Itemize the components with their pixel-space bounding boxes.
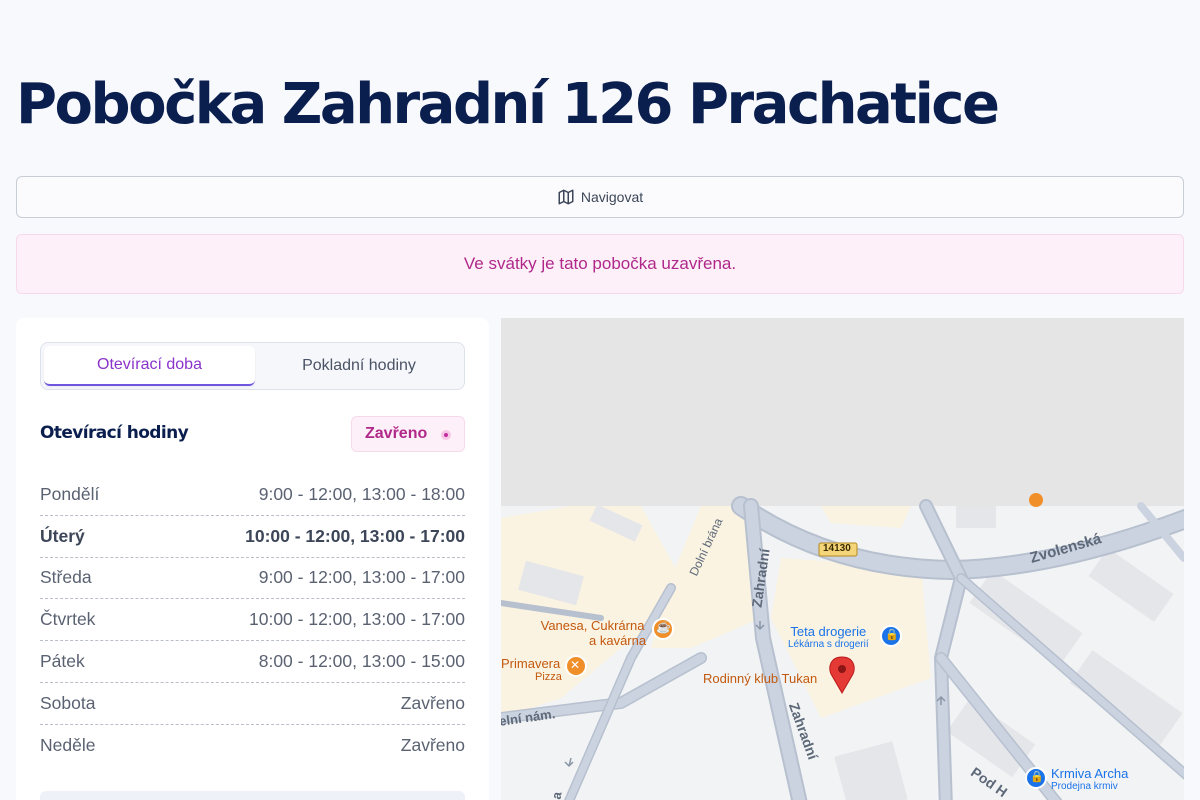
map-canvas[interactable] bbox=[501, 318, 1184, 800]
map[interactable]: ☕ ✕ 🔒 🔒 Zvolenská Zahradní Zahradní Doln… bbox=[501, 318, 1184, 800]
map-icon bbox=[558, 189, 574, 205]
hours-card: Otevírací doba Pokladní hodiny Otevírací… bbox=[16, 318, 489, 800]
poi-name: Primavera bbox=[501, 656, 561, 671]
time-value: 10:00 - 12:00, 13:00 - 17:00 bbox=[245, 525, 465, 546]
day-label: Pátek bbox=[40, 651, 85, 672]
hours-list: Pondělí 9:00 - 12:00, 13:00 - 18:00 Úter… bbox=[40, 474, 465, 767]
poi-vanesa[interactable]: Vanesa, Cukrárna a kavárna bbox=[539, 618, 646, 648]
hours-row-friday: Pátek 8:00 - 12:00, 13:00 - 15:00 bbox=[40, 641, 465, 683]
poi-name-line2: a kavárna bbox=[589, 633, 647, 648]
road-number-label: 14130 bbox=[823, 543, 851, 554]
hours-row-thursday: Čtvrtek 10:00 - 12:00, 13:00 - 17:00 bbox=[40, 599, 465, 642]
time-value: 9:00 - 12:00, 13:00 - 18:00 bbox=[258, 483, 465, 504]
day-label: Úterý bbox=[40, 525, 85, 546]
page-title: Pobočka Zahradní 126 Prachatice bbox=[16, 72, 1000, 137]
hours-row-wednesday: Středa 9:00 - 12:00, 13:00 - 17:00 bbox=[40, 558, 465, 600]
hours-title: Otevírací hodiny bbox=[40, 423, 189, 443]
time-value: 8:00 - 12:00, 13:00 - 15:00 bbox=[258, 651, 465, 672]
holiday-alert: Ve svátky je tato pobočka uzavřena. bbox=[16, 234, 1184, 294]
hours-row-monday: Pondělí 9:00 - 12:00, 13:00 - 18:00 bbox=[40, 474, 465, 516]
poi-teta-drogerie[interactable]: Teta drogerie Lékárna s drogerií bbox=[788, 624, 869, 650]
day-label: Sobota bbox=[40, 692, 96, 713]
location-pin-icon[interactable] bbox=[831, 656, 853, 694]
card-footer-panel bbox=[40, 791, 465, 800]
time-value: 10:00 - 12:00, 13:00 - 17:00 bbox=[249, 609, 465, 630]
poi-subtitle: Pizza bbox=[535, 671, 562, 683]
status-dot-icon bbox=[441, 430, 451, 440]
poi-rodinny-klub-tukan[interactable]: Rodinný klub Tukan bbox=[703, 671, 817, 686]
day-label: Neděle bbox=[40, 735, 96, 756]
time-value: 9:00 - 12:00, 13:00 - 17:00 bbox=[258, 567, 465, 588]
status-text: Zavřeno bbox=[365, 425, 428, 442]
holiday-alert-text: Ve svátky je tato pobočka uzavřena. bbox=[463, 254, 737, 273]
poi-subtitle: Prodejna krmiv bbox=[1051, 781, 1118, 792]
navigate-label: Navigovat bbox=[580, 189, 644, 205]
poi-subtitle: Lékárna s drogerií bbox=[788, 639, 869, 650]
day-label: Čtvrtek bbox=[40, 609, 96, 630]
poi-name: Krmiva Archa bbox=[1051, 766, 1129, 781]
tab-cashier-hours[interactable]: Pokladní hodiny bbox=[255, 346, 463, 386]
shopping-icon: 🔒 bbox=[1030, 771, 1044, 783]
time-value: Zavřeno bbox=[400, 735, 465, 756]
hours-header: Otevírací hodiny Zavřeno bbox=[40, 416, 465, 452]
poi-name: Vanesa, Cukrárna bbox=[540, 618, 645, 633]
status-badge: Zavřeno bbox=[351, 416, 465, 452]
hours-row-saturday: Sobota Zavřeno bbox=[40, 683, 465, 725]
poi-name: Teta drogerie bbox=[790, 624, 867, 639]
time-value: Zavřeno bbox=[400, 692, 465, 713]
poi-primavera[interactable]: Primavera Pizza bbox=[501, 656, 562, 683]
poi-krmiva-archa[interactable]: Krmiva Archa Prodejna krmiv bbox=[1051, 766, 1128, 792]
poi-icon: ☕ bbox=[656, 620, 671, 634]
shopping-icon: 🔒 bbox=[885, 629, 899, 641]
day-label: Pondělí bbox=[40, 483, 100, 504]
day-label: Středa bbox=[40, 567, 92, 588]
tab-opening-hours[interactable]: Otevírací doba bbox=[44, 346, 255, 386]
hours-tabs: Otevírací doba Pokladní hodiny bbox=[40, 342, 465, 390]
restaurant-icon: ✕ bbox=[570, 658, 581, 672]
hours-row-sunday: Neděle Zavřeno bbox=[40, 725, 465, 767]
navigate-button[interactable]: Navigovat bbox=[16, 176, 1184, 218]
hours-row-tuesday: Úterý 10:00 - 12:00, 13:00 - 17:00 bbox=[40, 516, 465, 558]
